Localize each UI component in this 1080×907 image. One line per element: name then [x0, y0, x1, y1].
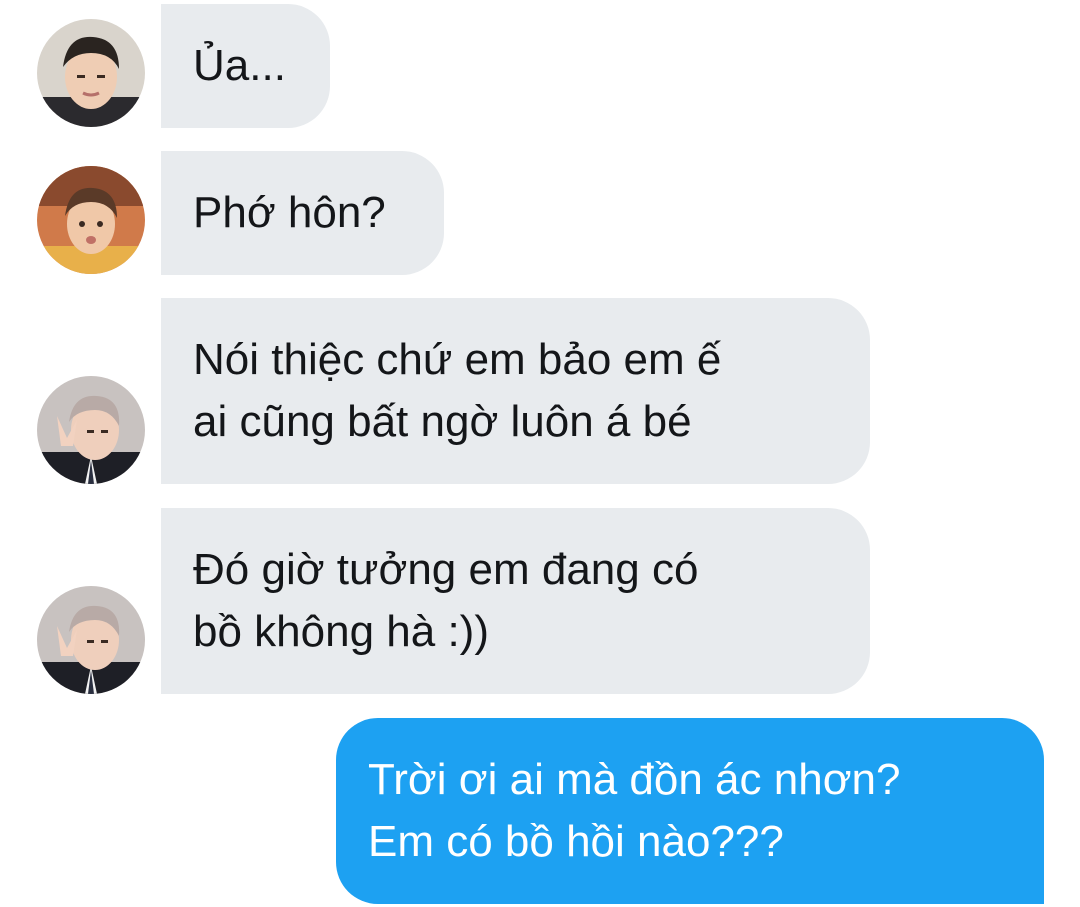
- avatar[interactable]: [37, 376, 145, 484]
- message-text: bồ không hà :)): [193, 607, 489, 656]
- avatar-photo-icon: [37, 586, 145, 694]
- message-bubble[interactable]: Đó giờ tưởng em đang có bồ không hà :)): [161, 508, 870, 694]
- message-thread: Ủa... Phớ hôn? Nói thiệc chứ em bảo em ế…: [0, 0, 1080, 907]
- avatar-photo-icon: [37, 376, 145, 484]
- avatar-photo-icon: [37, 166, 145, 274]
- avatar[interactable]: [37, 166, 145, 274]
- message-text: ai cũng bất ngờ luôn á bé: [193, 397, 692, 446]
- message-text: Phớ hôn?: [193, 188, 386, 237]
- message-text: Ủa...: [193, 41, 286, 90]
- message-text: Em có bồ hồi nào???: [368, 817, 784, 866]
- message-bubble[interactable]: Phớ hôn?: [161, 151, 444, 275]
- message-text: Trời ơi ai mà đồn ác nhơn?: [368, 755, 901, 804]
- message-bubble[interactable]: Ủa...: [161, 4, 330, 128]
- avatar[interactable]: [37, 586, 145, 694]
- message-bubble-outgoing[interactable]: Trời ơi ai mà đồn ác nhơn? Em có bồ hồi …: [336, 718, 1044, 904]
- avatar-photo-icon: [37, 19, 145, 127]
- avatar[interactable]: [37, 19, 145, 127]
- message-text: Đó giờ tưởng em đang có: [193, 545, 699, 594]
- message-text: Nói thiệc chứ em bảo em ế: [193, 335, 722, 384]
- message-bubble[interactable]: Nói thiệc chứ em bảo em ế ai cũng bất ng…: [161, 298, 870, 484]
